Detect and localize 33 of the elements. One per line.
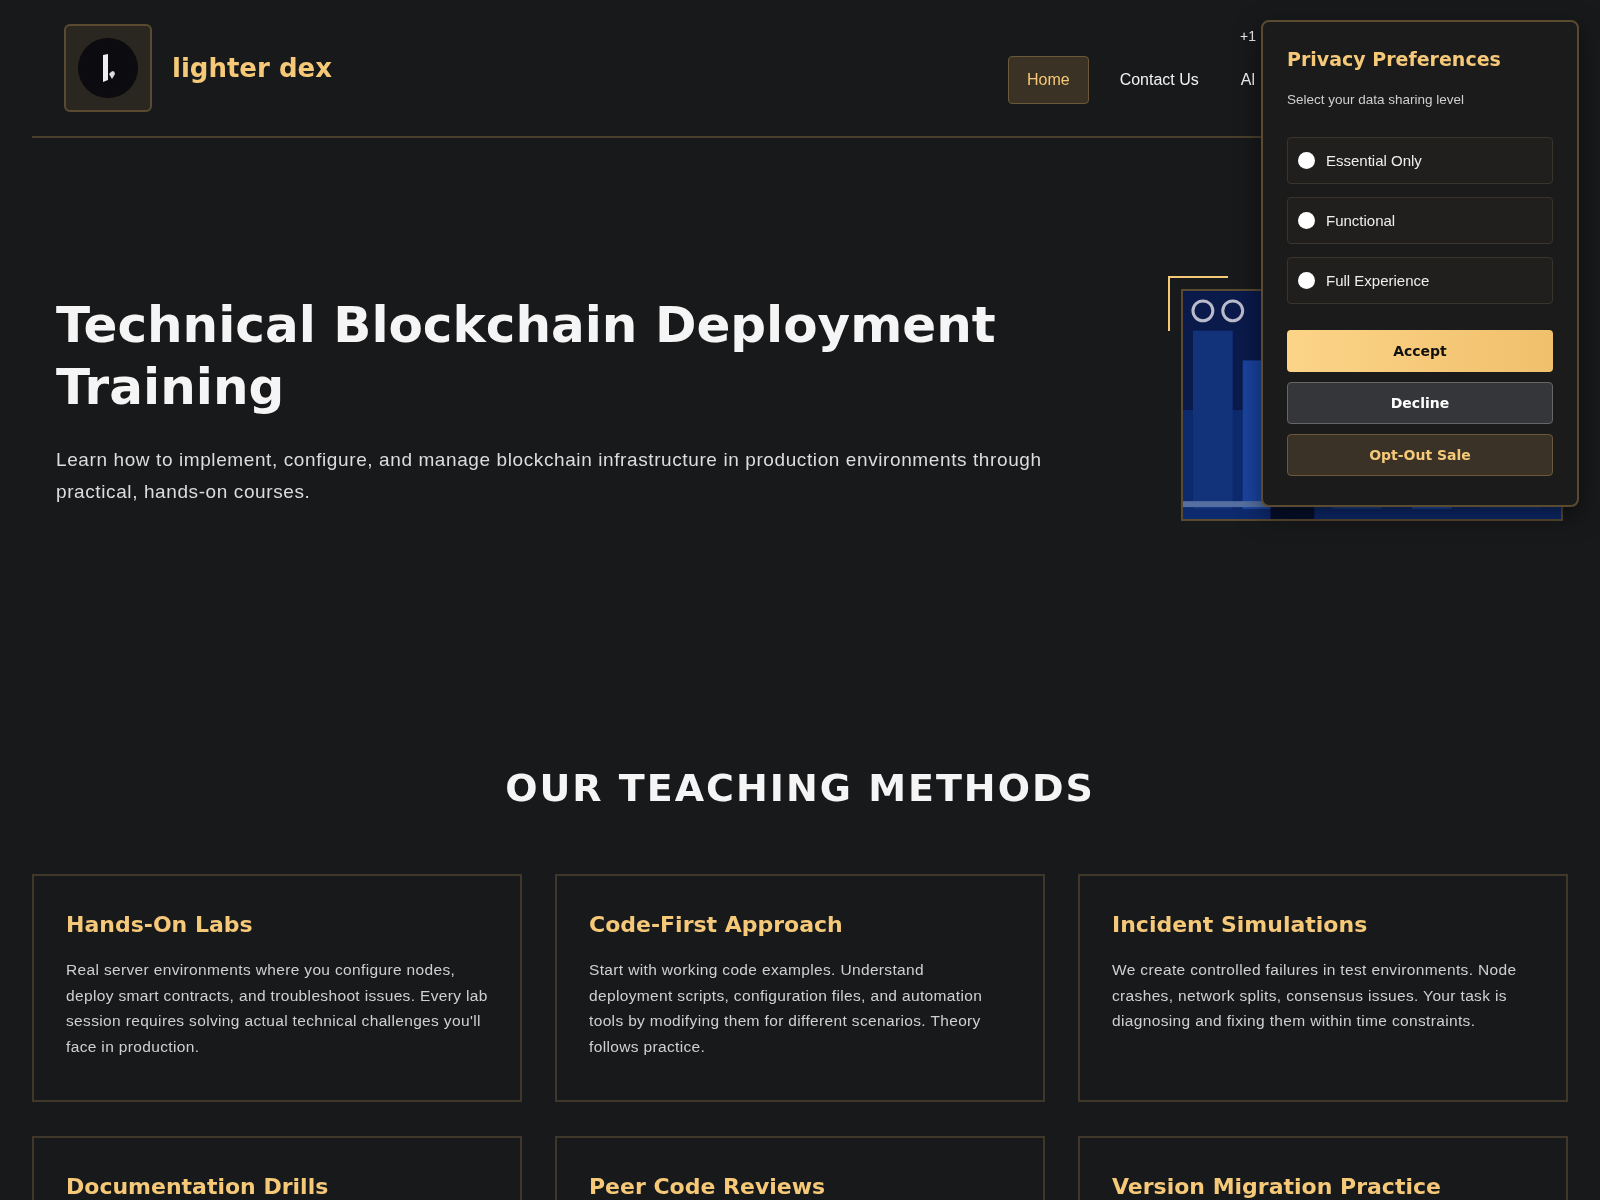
brand-name[interactable]: lighter dex (172, 53, 332, 83)
nav-link[interactable]: Contact Us (1100, 56, 1218, 104)
phone-number: +1 (1240, 28, 1256, 44)
section-heading: OUR TEACHING METHODS (504, 766, 1096, 810)
option-label: Functional (1326, 212, 1396, 229)
option-label: Full Experience (1326, 272, 1430, 289)
card-title: Peer Code Reviews (589, 1174, 827, 1199)
card-title: Incident Simulations (1112, 912, 1369, 937)
radio-icon[interactable] (1298, 152, 1315, 169)
hero-title: Technical Blockchain Deployment Training (56, 295, 997, 418)
hero-description: Learn how to implement, configure, and manage blockchain infrastructure in production environments through practical, hands-on courses. (56, 448, 1043, 504)
card-title: Documentation Drills (66, 1174, 330, 1199)
card-text: Start with working code examples. Understand deployment scripts, configuration files, and automation tools by modifying them for different scenarios. Theory follows practice. (589, 960, 984, 1057)
nav-link[interactable]: Al (1229, 56, 1256, 104)
card-title: Code-First Approach (589, 912, 844, 937)
card-title: Hands-On Labs (66, 912, 254, 937)
radio-option[interactable]: Full Experience (1287, 257, 1553, 304)
corner-bracket-icon (1168, 276, 1228, 331)
radio-icon[interactable] (1298, 272, 1315, 289)
card-text: Real server environments where you configure nodes, deploy smart contracts, and troubleshoot issues. Every lab session requires solving actual technical challenges you'll face in production. (66, 960, 488, 1057)
radio-icon[interactable] (1298, 212, 1315, 229)
panel-subtitle: Select your data sharing level (1287, 92, 1466, 107)
card-title: Version Migration Practice (1112, 1174, 1442, 1199)
radio-option[interactable]: Functional (1287, 197, 1553, 244)
logo-icon[interactable] (64, 24, 152, 112)
consent-button[interactable]: Decline (1287, 382, 1553, 424)
radio-option[interactable]: Essential Only (1287, 137, 1553, 184)
consent-button[interactable]: Accept (1287, 330, 1553, 372)
nav-link[interactable]: Home (1007, 56, 1089, 104)
panel-title: Privacy Preferences (1287, 48, 1502, 70)
option-label: Essential Only (1326, 152, 1422, 169)
consent-button[interactable]: Opt-Out Sale (1287, 434, 1553, 476)
card-text: We create controlled failures in test environments. Node crashes, network splits, consensus issues. Your task is diagnosing and fixing them within time constraints. (1112, 960, 1518, 1031)
